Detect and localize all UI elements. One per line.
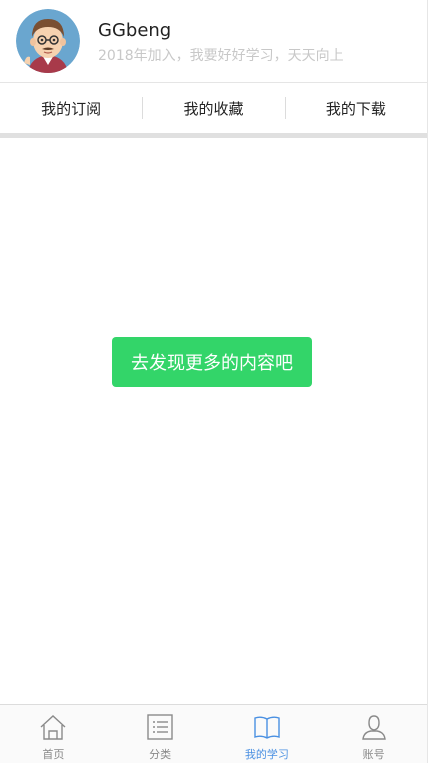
learning-tabs: 我的订阅 我的收藏 我的下载 <box>0 83 427 133</box>
home-icon <box>40 715 66 740</box>
user-bio: 2018年加入，我要好好学习，天天向上 <box>98 48 344 64</box>
user-icon <box>361 715 386 740</box>
username: GGbeng <box>98 20 172 41</box>
tab-downloads[interactable]: 我的下载 <box>284 83 427 133</box>
tab-favorites[interactable]: 我的收藏 <box>142 83 284 133</box>
tab-subscriptions[interactable]: 我的订阅 <box>0 83 142 133</box>
book-icon <box>254 716 280 739</box>
nav-item-account[interactable]: 账号 <box>320 705 427 763</box>
nav-label-account: 账号 <box>362 748 385 761</box>
avatar-cartoon-icon <box>16 9 80 73</box>
nav-label-home: 首页 <box>42 748 65 761</box>
bottom-nav: 首页 分类 我的学习 账号 <box>0 704 427 763</box>
list-icon <box>147 714 173 740</box>
discover-more-button[interactable]: 去发现更多的内容吧 <box>112 337 312 387</box>
nav-item-category[interactable]: 分类 <box>107 705 214 763</box>
profile-header: GGbeng 2018年加入，我要好好学习，天天向上 <box>0 0 427 83</box>
nav-item-home[interactable]: 首页 <box>0 705 107 763</box>
app-screen: GGbeng 2018年加入，我要好好学习，天天向上 我的订阅 我的收藏 我的下… <box>0 0 428 763</box>
main-content: 去发现更多的内容吧 <box>0 138 427 704</box>
nav-label-my-learning: 我的学习 <box>244 748 289 761</box>
nav-item-my-learning[interactable]: 我的学习 <box>214 705 321 763</box>
nav-label-category: 分类 <box>149 748 172 761</box>
avatar[interactable] <box>16 9 80 73</box>
